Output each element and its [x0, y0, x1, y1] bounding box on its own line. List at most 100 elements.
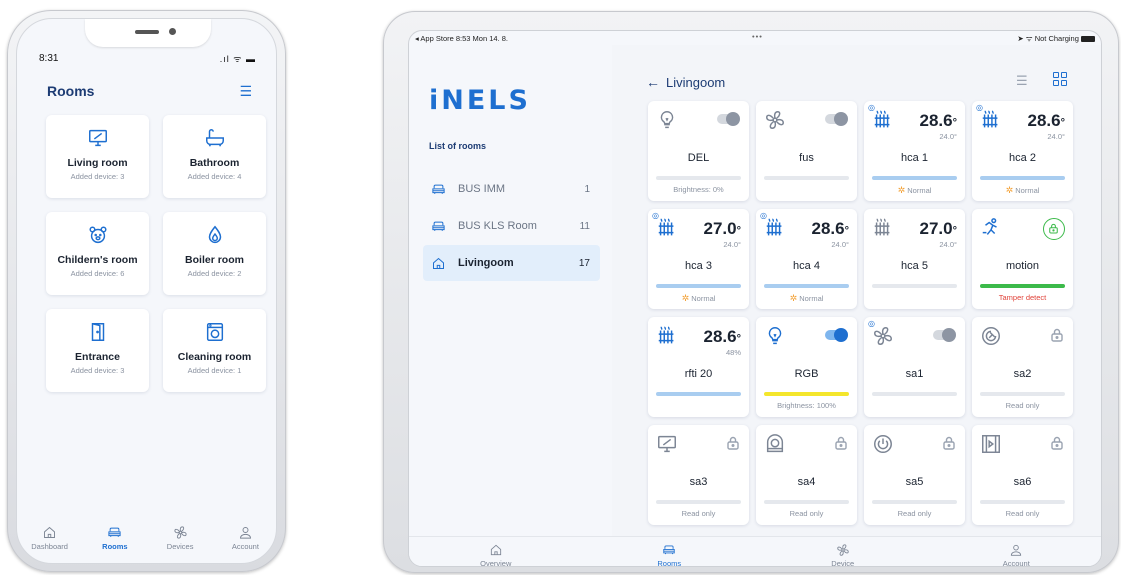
sun-icon: ✲: [897, 185, 906, 195]
sofa-icon: [108, 527, 121, 537]
device-card[interactable]: ◎ 27.0° 24.0° hca 3 ✲ Normal: [648, 209, 749, 309]
device-card[interactable]: ◎ 28.6° 24.0° hca 2 ✲ Normal: [972, 101, 1073, 201]
sun-icon: ✲: [1005, 185, 1014, 195]
sofa-icon: [663, 545, 675, 555]
tablet-tab-device[interactable]: Device: [756, 537, 930, 566]
temperature-readout: 28.6° 24.0°: [920, 111, 958, 141]
device-footer-text: Normal: [907, 186, 932, 195]
device-status-bar: [872, 500, 957, 504]
device-card[interactable]: 27.0° 24.0° hca 5: [864, 209, 965, 309]
temperature-setpoint: 24.0°: [939, 240, 957, 249]
room-device-count: Added device: 3: [70, 366, 125, 375]
phone-tab-dashboard[interactable]: Dashboard: [20, 521, 80, 563]
device-card[interactable]: ◎ 28.6° 24.0° hca 4 ✲ Normal: [756, 209, 857, 309]
temperature-value: 27.0: [703, 219, 737, 238]
temperature-unit: °: [736, 225, 741, 237]
temperature-setpoint: 24.0°: [1047, 132, 1065, 141]
arrow-left-icon[interactable]: ←: [646, 74, 660, 90]
tablet-tab-rooms[interactable]: Rooms: [583, 537, 757, 567]
room-card[interactable]: Living room Added device: 3: [46, 115, 149, 198]
home-icon: [490, 544, 501, 556]
tablet-status-left[interactable]: ◂ App Store 8:53 Mon 14. 8.: [415, 34, 508, 43]
room-name: Boiler room: [185, 254, 244, 266]
device-footer-text: Read only: [897, 509, 932, 518]
battery-icon: [1081, 36, 1095, 43]
home-icon: [44, 526, 56, 538]
device-card[interactable]: sa4 Read only: [756, 425, 857, 525]
device-footer-text: Read only: [1005, 509, 1040, 518]
room-name: Entrance: [75, 351, 120, 363]
tablet-tab-account[interactable]: Account: [930, 537, 1102, 566]
room-devices-panel: ← Livingoom ☰ DEL Brightness: 0% fus ◎ 28.6°…: [612, 45, 1101, 536]
room-card[interactable]: Boiler room Added device: 2: [163, 212, 266, 295]
device-card[interactable]: ◎ 28.6° 24.0° hca 1 ✲ Normal: [864, 101, 965, 201]
temperature-value: 28.6: [1027, 111, 1061, 130]
sidebar-room-item[interactable]: Livingoom 17: [423, 245, 600, 281]
temperature-value: 27.0: [919, 219, 953, 238]
device-status-bar: [980, 500, 1065, 504]
room-card[interactable]: Childern's room Added device: 6: [46, 212, 149, 295]
device-footer-text: Read only: [789, 509, 824, 518]
multitask-dots[interactable]: •••: [752, 32, 763, 41]
device-card[interactable]: sa2 Read only: [972, 317, 1073, 417]
device-card[interactable]: fus: [756, 101, 857, 201]
grid-view-icon[interactable]: [1053, 72, 1067, 86]
device-card[interactable]: sa3 Read only: [648, 425, 749, 525]
lock-icon: [727, 436, 739, 450]
tab-label: Account: [231, 542, 259, 551]
device-status-bar: [656, 284, 741, 288]
phone-notch: [85, 19, 211, 47]
temperature-unit: °: [952, 225, 957, 237]
tab-label: Rooms: [657, 559, 682, 567]
device-footer: ✲ Normal: [972, 185, 1073, 196]
device-card[interactable]: sa5 Read only: [864, 425, 965, 525]
tab-label: Dashboard: [31, 542, 68, 551]
temperature-setpoint: 48%: [725, 348, 741, 357]
device-toggle[interactable]: [825, 112, 848, 126]
list-icon[interactable]: ☰: [239, 83, 252, 100]
room-name: Cleaning room: [177, 351, 252, 363]
device-card[interactable]: DEL Brightness: 0%: [648, 101, 749, 201]
room-name: Childern's room: [57, 254, 138, 266]
room-card[interactable]: Cleaning room Added device: 1: [163, 309, 266, 392]
tablet-tab-overview[interactable]: Overview: [409, 537, 583, 566]
device-card[interactable]: motion Tamper detect: [972, 209, 1073, 309]
rooms-sidebar: iNELS List of rooms BUS IMM 1 BUS KLS Room…: [409, 45, 612, 536]
sidebar-room-item[interactable]: BUS KLS Room 11: [423, 208, 600, 244]
device-name: motion: [1005, 260, 1040, 272]
phone-page-title: Rooms: [47, 83, 95, 99]
device-name: hca 2: [1009, 152, 1036, 164]
device-footer-text: Brightness: 0%: [673, 185, 724, 194]
phone-tab-devices[interactable]: Devices: [150, 521, 210, 563]
device-footer-text: Normal: [1015, 186, 1040, 195]
tablet-status-bar: ◂ App Store 8:53 Mon 14. 8. ••• ➤ ᯤ Not …: [409, 31, 1101, 45]
lock-icon: [943, 436, 955, 450]
sidebar-room-item[interactable]: BUS IMM 1: [423, 171, 600, 207]
room-device-count: Added device: 3: [70, 172, 125, 181]
phone-tab-account[interactable]: Account: [215, 521, 275, 563]
device-name: DEL: [687, 152, 710, 164]
device-card[interactable]: ◎ sa1: [864, 317, 965, 417]
device-toggle[interactable]: [825, 328, 848, 342]
device-toggle[interactable]: [933, 328, 956, 342]
room-card[interactable]: Bathroom Added device: 4: [163, 115, 266, 198]
monitor-icon: [88, 129, 107, 147]
list-view-icon[interactable]: ☰: [1016, 73, 1028, 89]
device-status-bar: [764, 500, 849, 504]
device-name: sa6: [1013, 476, 1032, 488]
device-card[interactable]: RGB Brightness: 100%: [756, 317, 857, 417]
room-card[interactable]: Entrance Added device: 3: [46, 309, 149, 392]
device-footer: ✲ Normal: [648, 293, 749, 304]
washing-machine-icon: [206, 323, 223, 341]
device-name: hca 5: [901, 260, 928, 272]
device-name: fus: [799, 152, 814, 164]
device-toggle[interactable]: [717, 112, 740, 126]
device-card[interactable]: sa6 Read only: [972, 425, 1073, 525]
temperature-unit: °: [736, 333, 741, 345]
device-status-bar: [872, 176, 957, 180]
device-name: sa4: [797, 476, 816, 488]
door-icon: [91, 323, 104, 341]
lock-icon: [1051, 328, 1063, 342]
device-card[interactable]: 28.6° 48% rfti 20: [648, 317, 749, 417]
phone-tab-rooms[interactable]: Rooms: [85, 521, 145, 563]
